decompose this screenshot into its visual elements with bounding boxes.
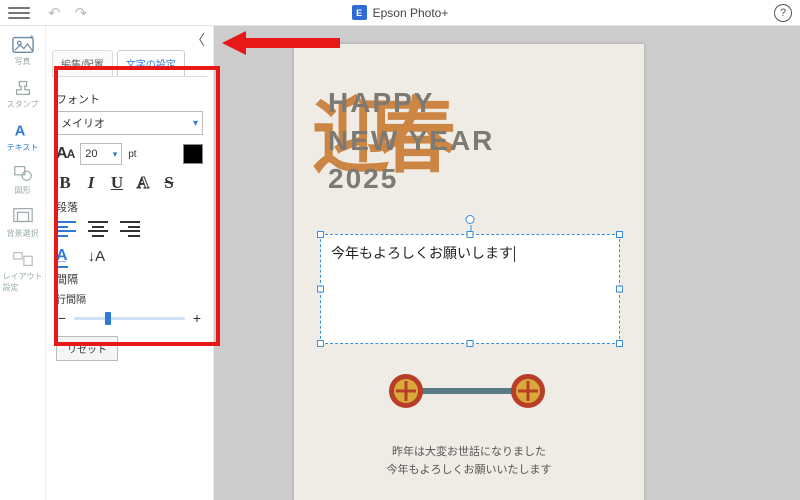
line-spacing-slider[interactable]	[74, 317, 185, 320]
textbox-content: 今年もよろしくお願いします	[331, 245, 513, 261]
side-panel: 〈 編集/配置 文字の設定 フォント メイリオ AA 20 pt B I U	[46, 26, 214, 500]
rail-layout[interactable]: レイアウト設定	[3, 247, 43, 295]
align-right-button[interactable]	[120, 221, 140, 237]
redo-icon[interactable]: ↷	[75, 4, 88, 22]
resize-handle-nw[interactable]	[317, 231, 324, 238]
resize-handle-ne[interactable]	[616, 231, 623, 238]
wheel-icon	[511, 374, 545, 408]
text-icon: A	[12, 120, 34, 140]
rail-photo[interactable]: + 写真	[3, 32, 43, 69]
photo-icon: +	[12, 34, 34, 54]
background-icon	[12, 206, 34, 226]
align-center-button[interactable]	[88, 221, 108, 237]
bold-button[interactable]: B	[56, 173, 74, 193]
resize-handle-w[interactable]	[317, 286, 324, 293]
headline-text[interactable]: HAPPY NEW YEAR 2025	[328, 84, 494, 197]
headline-line3: 2025	[328, 160, 494, 198]
rail-background[interactable]: 背景選択	[3, 204, 43, 241]
resize-handle-e[interactable]	[616, 286, 623, 293]
rail-layout-label: レイアウト設定	[3, 271, 43, 293]
resize-handle-s[interactable]	[467, 340, 474, 347]
font-size-select[interactable]: 20	[80, 143, 122, 165]
resize-handle-se[interactable]	[616, 340, 623, 347]
app-title: Epson Photo+	[373, 6, 449, 20]
app-logo-icon: E	[352, 5, 367, 20]
tab-text-settings[interactable]: 文字の設定	[117, 50, 185, 76]
headline-line1: HAPPY	[328, 84, 494, 122]
svg-text:A: A	[14, 124, 25, 140]
rail-shape[interactable]: 図形	[3, 161, 43, 198]
headline-line2: NEW YEAR	[328, 122, 494, 160]
resize-handle-n[interactable]	[467, 231, 474, 238]
cart-wheels-graphic	[389, 374, 545, 408]
tool-rail: + 写真 スタンプ A テキスト 図形 背景選択 レイアウト設定	[0, 26, 46, 500]
wheel-icon	[389, 374, 423, 408]
font-select[interactable]: メイリオ	[56, 111, 203, 135]
font-size-value: 20	[85, 148, 97, 160]
tab-edit-arrange[interactable]: 編集/配置	[52, 50, 113, 76]
line-spacing-label: 行間隔	[56, 291, 203, 306]
rail-text[interactable]: A テキスト	[3, 118, 43, 155]
font-select-value: メイリオ	[61, 115, 105, 131]
spacing-decrease-button[interactable]: −	[56, 310, 68, 326]
title-bar: ↶ ↷ E Epson Photo+ ?	[0, 0, 800, 26]
greeting-line2: 今年もよろしくお願いいたします	[294, 462, 644, 480]
hamburger-menu-icon[interactable]	[8, 7, 30, 19]
pt-label: pt	[128, 149, 136, 160]
spacing-increase-button[interactable]: +	[191, 310, 203, 326]
greeting-line1: 昨年は大変お世話になりました	[294, 444, 644, 462]
vertical-text-button[interactable]: ↓A	[88, 248, 106, 265]
editing-text-box[interactable]: 今年もよろしくお願いします	[320, 234, 620, 344]
text-caret	[514, 246, 515, 262]
help-button[interactable]: ?	[774, 4, 792, 22]
shape-icon	[12, 163, 34, 183]
rail-background-label: 背景選択	[7, 228, 39, 239]
font-size-icon: AA	[56, 145, 74, 163]
font-color-swatch[interactable]	[183, 144, 203, 164]
font-label: フォント	[56, 91, 203, 107]
strikethrough-button[interactable]: S	[160, 173, 178, 193]
slider-thumb[interactable]	[105, 312, 111, 325]
svg-text:+: +	[29, 34, 34, 41]
horizontal-text-button[interactable]: A̲	[56, 247, 68, 265]
canvas-area[interactable]: 迎春 HAPPY NEW YEAR 2025 今年もよろしくお願いし	[214, 26, 800, 500]
rail-shape-label: 図形	[15, 185, 31, 196]
underline-button[interactable]: U	[108, 173, 126, 193]
greeting-text[interactable]: 昨年は大変お世話になりました 今年もよろしくお願いいたします	[294, 444, 644, 479]
resize-handle-sw[interactable]	[317, 340, 324, 347]
layout-icon	[12, 249, 34, 269]
undo-icon[interactable]: ↶	[48, 4, 61, 22]
outline-button[interactable]: A	[134, 173, 152, 193]
stamp-icon	[12, 77, 34, 97]
italic-button[interactable]: I	[82, 173, 100, 193]
rail-text-label: テキスト	[7, 142, 39, 153]
rail-stamp[interactable]: スタンプ	[3, 75, 43, 112]
spacing-label: 間隔	[56, 271, 203, 287]
rotate-handle[interactable]	[466, 215, 475, 224]
collapse-panel-button[interactable]: 〈	[191, 30, 205, 50]
align-left-button[interactable]	[56, 221, 76, 237]
reset-button[interactable]: リセット	[56, 336, 118, 361]
paragraph-label: 段落	[56, 199, 203, 215]
rail-photo-label: 写真	[15, 56, 31, 67]
rail-stamp-label: スタンプ	[7, 99, 39, 110]
postcard-document[interactable]: 迎春 HAPPY NEW YEAR 2025 今年もよろしくお願いし	[294, 44, 644, 500]
